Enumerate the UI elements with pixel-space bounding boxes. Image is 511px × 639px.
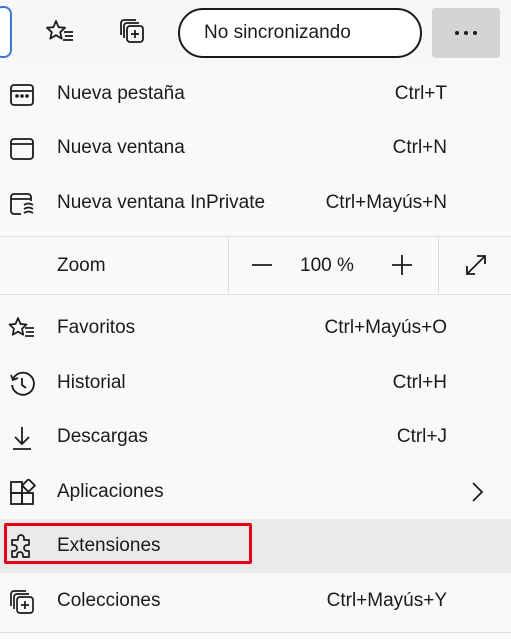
menu-item-new-tab[interactable]: Nueva pestaña Ctrl+T: [0, 67, 511, 121]
settings-menu: Nueva pestaña Ctrl+T Nueva ventana Ctrl+…: [0, 66, 511, 639]
profile-button[interactable]: No sincronizando: [178, 8, 422, 58]
collections-icon: [10, 590, 34, 614]
menu-item-shortcut: Ctrl+Mayús+O: [324, 317, 447, 338]
menu-item-shortcut: Ctrl+T: [394, 83, 447, 104]
menu-item-downloads[interactable]: Descargas Ctrl+J: [0, 410, 511, 464]
menu-item-new-window[interactable]: Nueva ventana Ctrl+N: [0, 121, 511, 175]
menu-item-shortcut: Ctrl+J: [396, 426, 447, 447]
collections-icon: [120, 19, 144, 43]
menu-item-label: Extensiones: [57, 535, 161, 556]
menu-item-favorites[interactable]: Favoritos Ctrl+Mayús+O: [0, 301, 511, 355]
zoom-in-button[interactable]: [382, 246, 422, 284]
menu-divider: [0, 632, 511, 633]
zoom-value: 100 %: [300, 255, 354, 276]
menu-item-label: Colecciones: [57, 590, 161, 611]
menu-item-label: Nueva ventana: [57, 137, 185, 158]
minus-icon: [252, 264, 272, 266]
favorites-toolbar-button[interactable]: [40, 10, 80, 54]
star-list-icon: [46, 20, 73, 41]
menu-item-history[interactable]: Historial Ctrl+H: [0, 356, 511, 410]
collections-toolbar-button[interactable]: [113, 10, 153, 54]
menu-item-apps[interactable]: Aplicaciones: [0, 465, 511, 519]
full-screen-icon: [466, 255, 486, 275]
address-bar-edge[interactable]: [0, 6, 12, 58]
menu-item-label: Aplicaciones: [57, 481, 164, 502]
menu-item-label: Historial: [57, 372, 126, 393]
extensions-icon: [11, 534, 30, 558]
new-tab-icon: [10, 84, 34, 106]
menu-item-label: Nueva ventana InPrivate: [57, 192, 266, 213]
menu-divider: [0, 294, 511, 295]
inprivate-icon: [10, 193, 34, 215]
history-icon: [10, 371, 35, 396]
new-window-icon: [10, 138, 34, 160]
plus-icon: [392, 255, 412, 275]
profile-label: No sincronizando: [204, 22, 351, 43]
menu-item-collections[interactable]: Colecciones Ctrl+Mayús+Y: [0, 574, 511, 628]
settings-and-more-button[interactable]: [432, 8, 500, 58]
zoom-divider: [228, 237, 229, 293]
zoom-label: Zoom: [57, 255, 106, 276]
menu-item-inprivate-window[interactable]: Nueva ventana InPrivate Ctrl+Mayús+N: [0, 176, 511, 230]
menu-item-shortcut: Ctrl+Mayús+Y: [326, 590, 447, 611]
menu-item-label: Nueva pestaña: [57, 83, 185, 104]
menu-item-shortcut: Ctrl+Mayús+N: [325, 192, 447, 213]
full-screen-button[interactable]: [456, 246, 496, 284]
menu-item-extensions[interactable]: Extensiones: [0, 519, 511, 573]
favorites-icon: [8, 317, 34, 337]
zoom-out-button[interactable]: [242, 246, 282, 284]
browser-toolbar: No sincronizando: [0, 0, 511, 66]
menu-item-shortcut: Ctrl+N: [392, 137, 447, 158]
zoom-divider: [438, 237, 439, 293]
menu-item-label: Descargas: [57, 426, 148, 447]
apps-icon: [10, 479, 36, 505]
more-icon: [455, 31, 459, 35]
menu-item-label: Favoritos: [57, 317, 136, 338]
menu-item-shortcut: Ctrl+H: [392, 372, 447, 393]
avatar: [376, 14, 416, 52]
chevron-right-icon: [472, 482, 484, 502]
download-icon: [13, 427, 31, 450]
zoom-row: Zoom 100 %: [0, 237, 511, 293]
